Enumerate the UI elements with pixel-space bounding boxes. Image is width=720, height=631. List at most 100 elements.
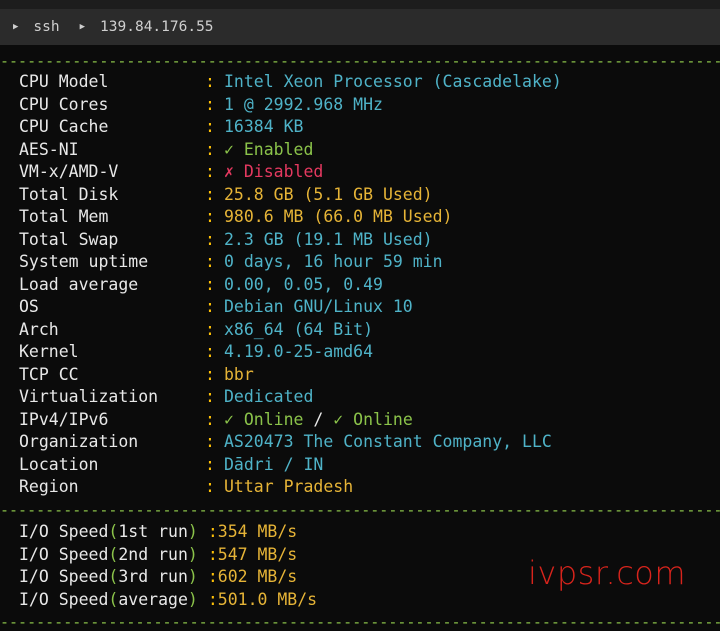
row-value: x86_64 (64 Bit) bbox=[224, 319, 374, 339]
io-paren-open: ( bbox=[108, 589, 119, 609]
io-paren-close: ) bbox=[187, 544, 198, 564]
row-colon: : bbox=[207, 567, 218, 586]
info-row-uptime: System uptime:0 days, 16 hour 59 min bbox=[19, 251, 709, 273]
watermark-logo: ivpsr.com bbox=[528, 554, 687, 592]
row-label: Total Mem bbox=[19, 207, 109, 226]
row-value: 4.19.0-25-amd64 bbox=[224, 342, 374, 361]
info-row-organization: Organization: AS20473 The Constant Compan… bbox=[19, 431, 709, 453]
row-label: System uptime bbox=[19, 252, 149, 271]
io-paren-open: ( bbox=[108, 544, 119, 564]
info-row-cpu-cache: CPU Cache:16384 KB bbox=[19, 116, 709, 138]
io-paren-open: ( bbox=[108, 522, 119, 541]
info-row-total-mem: Total Mem:980.6 MB (66.0 MB Used) bbox=[19, 206, 709, 228]
io-value: 354 MB/s bbox=[217, 522, 298, 541]
info-row-kernel: Kernel:4.19.0-25-amd64 bbox=[19, 341, 709, 363]
row-value: 25.8 GB (5.1 GB Used) bbox=[224, 184, 433, 204]
row-colon: : bbox=[205, 72, 215, 91]
row-value: ✓ Enabled bbox=[224, 139, 314, 159]
row-colon: : bbox=[205, 454, 215, 474]
io-run: 3rd run bbox=[118, 567, 188, 586]
play-arrow-icon[interactable]: ▶ bbox=[13, 22, 18, 32]
row-colon: : bbox=[205, 297, 215, 316]
terminal-output[interactable]: ----------------------------------------… bbox=[0, 45, 720, 631]
info-row-location: Location: Dādri / IN bbox=[19, 454, 709, 476]
row-colon: : bbox=[205, 94, 215, 114]
row-label: Total Disk bbox=[19, 184, 119, 204]
row-colon: : bbox=[205, 252, 215, 271]
row-value: Intel Xeon Processor (Cascadelake) bbox=[224, 72, 562, 91]
row-colon: : bbox=[205, 432, 215, 451]
row-value: 0.00, 0.05, 0.49 bbox=[224, 274, 383, 294]
separator-line: ----------------------------------------… bbox=[0, 501, 720, 519]
row-label: AES-NI bbox=[19, 139, 79, 159]
tab-bar: ▶ ssh ▶ 139.84.176.55 bbox=[0, 9, 720, 45]
row-label: Kernel bbox=[19, 342, 79, 361]
tab-ssh[interactable]: ssh bbox=[33, 19, 59, 35]
info-row-total-swap: Total Swap:2.3 GB (19.1 MB Used) bbox=[19, 229, 709, 251]
row-label: CPU Cache bbox=[19, 117, 109, 136]
io-value: 501.0 MB/s bbox=[217, 589, 318, 609]
info-row-os: OS: Debian GNU/Linux 10 bbox=[19, 296, 709, 318]
row-value: Uttar Pradesh bbox=[224, 477, 354, 496]
info-row-region: Region: Uttar Pradesh bbox=[19, 476, 709, 498]
row-value: Dedicated bbox=[224, 387, 314, 406]
row-label: TCP CC bbox=[19, 364, 79, 384]
ipv4-status: ✓ Online bbox=[224, 409, 304, 429]
row-value: 16384 KB bbox=[224, 117, 304, 136]
row-colon: : bbox=[205, 229, 215, 249]
row-colon: : bbox=[205, 409, 215, 429]
info-row-cpu-cores: CPU Cores:1 @ 2992.968 MHz bbox=[19, 94, 709, 116]
row-label: OS bbox=[19, 297, 39, 316]
row-value: 980.6 MB (66.0 MB Used) bbox=[224, 207, 453, 226]
row-value: bbr bbox=[224, 364, 254, 384]
row-colon: : bbox=[205, 319, 215, 339]
io-paren-open: ( bbox=[108, 567, 119, 586]
ipv6-status: ✓ Online bbox=[333, 409, 413, 429]
io-run: 2nd run bbox=[118, 544, 188, 564]
io-label: I/O Speed bbox=[19, 567, 109, 586]
info-row-total-disk: Total Disk:25.8 GB (5.1 GB Used) bbox=[19, 184, 709, 206]
info-row-tcp-cc: TCP CC: bbr bbox=[19, 364, 709, 386]
row-colon: : bbox=[205, 274, 215, 294]
io-label: I/O Speed bbox=[19, 589, 109, 609]
row-value: AS20473 The Constant Company, LLC bbox=[224, 432, 552, 451]
row-colon: : bbox=[207, 522, 218, 541]
row-label: Organization bbox=[19, 432, 139, 451]
info-row-cpu-model: CPU Model: Intel Xeon Processor (Cascadel… bbox=[19, 71, 709, 93]
row-colon: : bbox=[205, 162, 215, 181]
row-colon: : bbox=[207, 544, 218, 564]
row-colon: : bbox=[205, 184, 215, 204]
separator-line: ----------------------------------------… bbox=[0, 52, 720, 70]
info-row-ipv4-ipv6: IPv4/IPv6: ✓ Online / ✓ Online bbox=[19, 409, 709, 431]
row-label: Total Swap bbox=[19, 229, 119, 249]
row-value: Debian GNU/Linux 10 bbox=[224, 297, 413, 316]
row-label: CPU Model bbox=[19, 72, 109, 91]
info-row-arch: Arch: x86_64 (64 Bit) bbox=[19, 319, 709, 341]
play-arrow-icon[interactable]: ▶ bbox=[80, 22, 85, 32]
io-value: 602 MB/s bbox=[217, 567, 298, 586]
io-label: I/O Speed bbox=[19, 522, 109, 541]
row-value: 2.3 GB (19.1 MB Used) bbox=[224, 229, 433, 249]
tab-host[interactable]: 139.84.176.55 bbox=[100, 19, 214, 35]
row-label: Location bbox=[19, 454, 99, 474]
row-colon: : bbox=[205, 364, 215, 384]
io-label: I/O Speed bbox=[19, 544, 109, 564]
row-colon: : bbox=[205, 207, 215, 226]
info-row-virtualization: Virtualization: Dedicated bbox=[19, 386, 709, 408]
row-colon: : bbox=[205, 117, 215, 136]
ip-separator: / bbox=[303, 409, 334, 429]
io-paren-close: ) bbox=[187, 589, 198, 609]
row-colon: : bbox=[207, 589, 218, 609]
info-row-vmx: VM-x/AMD-V: ✗ Disabled bbox=[19, 161, 709, 183]
row-colon: : bbox=[205, 387, 215, 406]
row-colon: : bbox=[205, 342, 215, 361]
row-value: 1 @ 2992.968 MHz bbox=[224, 94, 383, 114]
row-value: 0 days, 16 hour 59 min bbox=[224, 252, 443, 271]
separator-line: ----------------------------------------… bbox=[0, 613, 720, 631]
row-colon: : bbox=[205, 139, 215, 159]
io-paren-close: ) bbox=[187, 522, 198, 541]
row-label: Arch bbox=[19, 319, 59, 339]
row-colon: : bbox=[205, 477, 215, 496]
io-paren-close: ) bbox=[187, 567, 198, 586]
row-label: Virtualization bbox=[19, 387, 159, 406]
